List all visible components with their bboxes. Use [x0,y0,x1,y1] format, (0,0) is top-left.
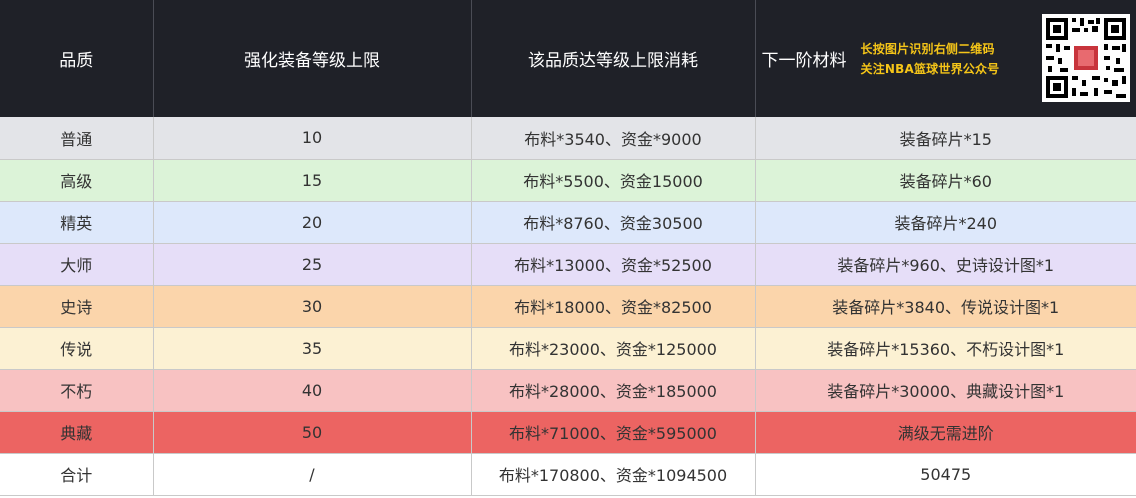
quality-cell: 传说 [0,327,154,370]
cost-cell: 布料*170800、资金*1094500 [471,453,756,496]
header-next-material-cell: 下一阶材料 长按图片识别右侧二维码 关注NBA篮球世界公众号 [755,0,1136,117]
level-cap-cell: 10 [153,117,472,160]
next-material-cell: 满级无需进阶 [755,411,1136,454]
quality-cell: 高级 [0,159,154,202]
header-next-material: 下一阶材料 [761,51,847,71]
level-cap-cell: 15 [153,159,472,202]
level-cap-cell: 50 [153,411,472,454]
table-row: 合计 / 布料*170800、资金*1094500 50475 [0,453,1136,496]
cost-cell: 布料*18000、资金*82500 [471,285,756,328]
next-material-cell: 装备碎片*15360、不朽设计图*1 [755,327,1136,370]
table-row: 普通 10 布料*3540、资金*9000 装备碎片*15 [0,117,1136,160]
quality-cell: 典藏 [0,411,154,454]
cost-cell: 布料*71000、资金*595000 [471,411,756,454]
quality-cell: 精英 [0,201,154,244]
cost-cell: 布料*13000、资金*52500 [471,243,756,286]
header-quality: 品质 [0,0,154,117]
table-row: 精英 20 布料*8760、资金30500 装备碎片*240 [0,201,1136,244]
level-cap-cell: / [153,453,472,496]
table-row: 高级 15 布料*5500、资金15000 装备碎片*60 [0,159,1136,202]
next-material-cell: 50475 [755,453,1136,496]
quality-cell: 史诗 [0,285,154,328]
cost-cell: 布料*3540、资金*9000 [471,117,756,160]
quality-cell: 普通 [0,117,154,160]
table-row: 大师 25 布料*13000、资金*52500 装备碎片*960、史诗设计图*1 [0,243,1136,286]
header-cost: 该品质达等级上限消耗 [471,0,756,117]
next-material-cell: 装备碎片*15 [755,117,1136,160]
next-material-cell: 装备碎片*60 [755,159,1136,202]
table-row: 史诗 30 布料*18000、资金*82500 装备碎片*3840、传说设计图*1 [0,285,1136,328]
level-cap-cell: 30 [153,285,472,328]
level-cap-cell: 20 [153,201,472,244]
promo-line-1: 长按图片识别右侧二维码 [860,41,995,56]
header-row: 品质 强化装备等级上限 该品质达等级上限消耗 下一阶材料 长按图片识别右侧二维码… [0,0,1136,117]
next-material-cell: 装备碎片*30000、典藏设计图*1 [755,369,1136,412]
quality-table: 品质 强化装备等级上限 该品质达等级上限消耗 下一阶材料 长按图片识别右侧二维码… [0,0,1136,496]
cost-cell: 布料*8760、资金30500 [471,201,756,244]
quality-cell: 不朽 [0,369,154,412]
cost-cell: 布料*23000、资金*125000 [471,327,756,370]
level-cap-cell: 25 [153,243,472,286]
header-level-cap: 强化装备等级上限 [153,0,472,117]
table-row: 典藏 50 布料*71000、资金*595000 满级无需进阶 [0,411,1136,454]
qr-code-icon[interactable] [1042,14,1130,102]
promo-text: 长按图片识别右侧二维码 关注NBA篮球世界公众号 [861,39,1000,79]
next-material-cell: 装备碎片*960、史诗设计图*1 [755,243,1136,286]
next-material-cell: 装备碎片*3840、传说设计图*1 [755,285,1136,328]
table-row: 不朽 40 布料*28000、资金*185000 装备碎片*30000、典藏设计图*1 [0,369,1136,412]
level-cap-cell: 40 [153,369,472,412]
quality-cell: 合计 [0,453,154,496]
next-material-cell: 装备碎片*240 [755,201,1136,244]
cost-cell: 布料*5500、资金15000 [471,159,756,202]
promo-line-2: 关注NBA篮球世界公众号 [860,61,1000,76]
cost-cell: 布料*28000、资金*185000 [471,369,756,412]
level-cap-cell: 35 [153,327,472,370]
quality-cell: 大师 [0,243,154,286]
table-row: 传说 35 布料*23000、资金*125000 装备碎片*15360、不朽设计图*1 [0,327,1136,370]
